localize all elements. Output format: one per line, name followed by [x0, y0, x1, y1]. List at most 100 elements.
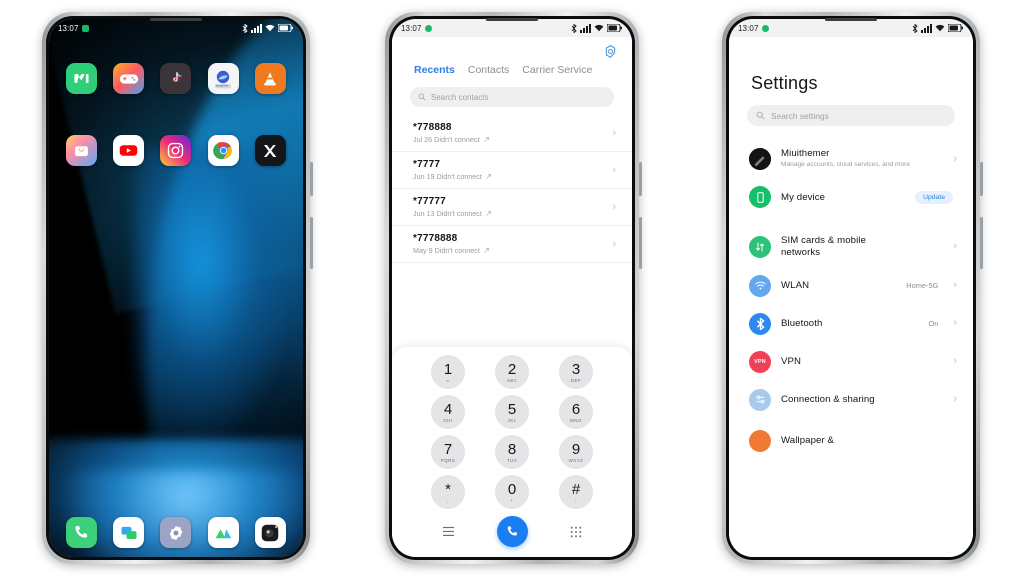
app-vlc[interactable] — [254, 63, 286, 94]
settings-item-miuithemer[interactable]: Miuithemer Manage accounts, cloud servic… — [729, 140, 973, 178]
wifi-icon — [935, 24, 945, 32]
dock-messages[interactable] — [113, 517, 145, 548]
dialpad-key-hash[interactable]: # ; — [559, 475, 593, 509]
dialpad-key-9[interactable]: 9 WXYZ — [559, 435, 593, 469]
earpiece-speaker — [150, 18, 202, 21]
power-button[interactable] — [639, 162, 642, 196]
tab-carrier-service[interactable]: Carrier Service — [522, 64, 592, 78]
account-avatar-icon — [749, 148, 771, 170]
power-button[interactable] — [310, 162, 313, 196]
signal-icon — [251, 23, 262, 33]
settings-item-label: Bluetooth — [781, 318, 823, 330]
search-icon — [756, 111, 765, 120]
settings-item-label: Connection & sharing — [781, 394, 875, 406]
settings-item-vpn[interactable]: VPN VPN › — [729, 343, 973, 381]
hamburger-menu-icon[interactable] — [442, 526, 455, 537]
settings-item-connection-sharing[interactable]: Connection & sharing › — [729, 381, 973, 419]
call-list-item[interactable]: *778888 Jul 26 Didn't connect › — [392, 115, 632, 152]
status-time: 13:07 — [738, 23, 759, 33]
search-contacts-input[interactable]: Search contacts — [410, 87, 614, 107]
key-digit: 2 — [507, 360, 517, 378]
call-list-item[interactable]: *7777 Jun 19 Didn't connect › — [392, 152, 632, 189]
key-digit: 3 — [571, 360, 581, 378]
chevron-right-icon: › — [953, 317, 957, 330]
outgoing-call-arrow-icon — [485, 173, 492, 180]
settings-item-wallpaper[interactable]: Wallpaper & — [729, 426, 973, 460]
key-letters: JKL — [507, 417, 517, 423]
tab-recents[interactable]: Recents — [414, 64, 455, 78]
dialpad: 1 ∞ 2 ABC 3 DEF 4 GHI 5 JKL 6 MNO 7 PQRS… — [392, 347, 632, 557]
call-number: *77777 — [413, 196, 446, 207]
app-chrome[interactable] — [207, 135, 239, 166]
settings-item-bluetooth[interactable]: Bluetooth On › — [729, 305, 973, 343]
settings-item-my-device[interactable]: My device Update — [729, 178, 973, 216]
app-mi-store[interactable] — [66, 135, 98, 166]
bluetooth-icon — [571, 23, 577, 33]
dock-settings[interactable] — [160, 517, 192, 548]
app-youtube[interactable] — [113, 135, 145, 166]
app-tiktok[interactable] — [160, 63, 192, 94]
settings-item-label: My device — [781, 191, 826, 203]
call-number: *7777 — [413, 159, 441, 170]
section-divider — [729, 419, 973, 426]
wifi-icon — [749, 274, 771, 297]
key-letters: DEF — [570, 377, 582, 383]
power-button[interactable] — [980, 162, 983, 196]
vpn-icon: VPN — [749, 350, 771, 373]
search-settings-input[interactable]: Search settings — [747, 105, 955, 126]
app-game-center[interactable] — [113, 63, 145, 94]
dialpad-key-5[interactable]: 5 JKL — [495, 395, 529, 429]
dialpad-key-2[interactable]: 2 ABC — [495, 355, 529, 389]
call-button[interactable] — [496, 516, 528, 547]
app-x[interactable] — [254, 135, 286, 166]
update-badge[interactable]: Update — [915, 190, 953, 204]
call-detail: Jul 26 Didn't connect — [413, 135, 480, 144]
tab-contacts[interactable]: Contacts — [468, 64, 509, 78]
dock-gallery[interactable] — [207, 517, 239, 548]
volume-button[interactable] — [980, 217, 983, 269]
settings-item-sim-cards[interactable]: SIM cards & mobile networks › — [729, 227, 973, 267]
settings-item-wlan[interactable]: WLAN Home-5G › — [729, 267, 973, 305]
outgoing-call-arrow-icon — [485, 210, 492, 217]
bluetooth-icon — [242, 23, 248, 33]
app-mi-home[interactable] — [66, 63, 98, 94]
keypad-icon[interactable] — [570, 526, 582, 538]
app-row-2 — [49, 135, 303, 166]
recorder-indicator-icon — [81, 24, 89, 32]
dialpad-key-4[interactable]: 4 GHI — [431, 395, 465, 429]
settings-item-label: Wallpaper & — [781, 435, 834, 447]
volume-button[interactable] — [639, 217, 642, 269]
chevron-right-icon: › — [953, 279, 957, 292]
dialpad-key-1[interactable]: 1 ∞ — [431, 355, 465, 389]
page-title: Settings — [751, 73, 818, 93]
dialer-screen: 13:07 Recents Contacts Carrier Service S… — [392, 19, 632, 557]
key-digit: 7 — [443, 440, 453, 458]
connection-sharing-icon — [749, 388, 771, 411]
dialer-tabs: Recents Contacts Carrier Service — [392, 59, 632, 78]
key-letters: ; — [575, 497, 577, 503]
dialpad-key-3[interactable]: 3 DEF — [559, 355, 593, 389]
dialpad-key-star[interactable]: * , — [431, 475, 465, 509]
volume-button[interactable] — [310, 217, 313, 269]
key-letters: + — [510, 497, 514, 503]
dialpad-key-6[interactable]: 6 MNO — [559, 395, 593, 429]
battery-icon — [278, 24, 293, 32]
key-digit: 9 — [571, 440, 581, 458]
gear-icon[interactable] — [603, 44, 618, 59]
search-contacts-placeholder: Search contacts — [431, 92, 489, 102]
call-list-item[interactable]: *7778888 May 9 Didn't connect › — [392, 226, 632, 263]
key-digit: * — [445, 480, 451, 498]
phone-settings: 13:07 Settings Search settings Miuitheme… — [722, 12, 983, 564]
call-list-item[interactable]: *77777 Jun 13 Didn't connect › — [392, 189, 632, 226]
key-letters: , — [447, 497, 449, 503]
settings-item-value: Home-5G — [906, 281, 939, 291]
signal-icon — [580, 23, 591, 33]
chevron-right-icon: › — [953, 355, 957, 368]
dialpad-key-0[interactable]: 0 + — [495, 475, 529, 509]
dialpad-key-8[interactable]: 8 TUV — [495, 435, 529, 469]
dock-camera[interactable] — [254, 517, 286, 548]
app-keyboard-input[interactable] — [207, 63, 239, 94]
dialpad-key-7[interactable]: 7 PQRS — [431, 435, 465, 469]
dock-phone[interactable] — [66, 517, 98, 548]
app-instagram[interactable] — [160, 135, 192, 166]
